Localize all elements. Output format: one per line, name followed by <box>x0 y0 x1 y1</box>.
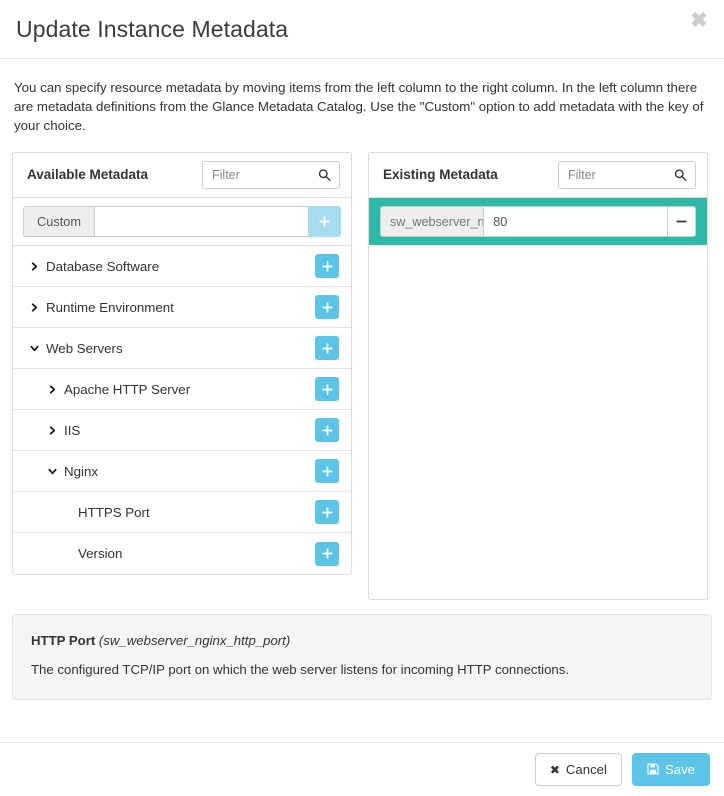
plus-icon <box>322 261 332 271</box>
plus-icon <box>322 425 332 435</box>
existing-metadata-header: Existing Metadata <box>369 153 707 198</box>
available-metadata-title: Available Metadata <box>27 167 149 182</box>
metadata-tree-row[interactable]: Apache HTTP Server <box>13 369 351 410</box>
existing-filter-box[interactable] <box>558 160 696 189</box>
metadata-tree-row[interactable]: Runtime Environment <box>13 287 351 328</box>
add-metadata-button[interactable] <box>315 336 339 360</box>
available-metadata-header: Available Metadata <box>13 153 351 198</box>
metadata-detail-title: HTTP Port (sw_webserver_nginx_http_port) <box>31 633 693 648</box>
custom-label: Custom <box>23 206 95 237</box>
metadata-tree-row[interactable]: Nginx <box>13 451 351 492</box>
metadata-tree-row[interactable]: Web Servers <box>13 328 351 369</box>
existing-metadata-value-input[interactable] <box>483 206 668 237</box>
metadata-tree-row[interactable]: IIS <box>13 410 351 451</box>
plus-icon <box>319 216 330 227</box>
plus-icon <box>322 343 332 353</box>
add-metadata-button[interactable] <box>315 377 339 401</box>
modal-body: You can specify resource metadata by mov… <box>0 59 724 700</box>
caret-right-icon[interactable] <box>27 261 41 271</box>
add-metadata-button[interactable] <box>315 459 339 483</box>
caret-right-icon[interactable] <box>45 384 59 394</box>
intro-description: You can specify resource metadata by mov… <box>14 80 704 133</box>
page-title: Update Instance Metadata <box>16 15 289 42</box>
caret-right-icon[interactable] <box>27 302 41 312</box>
metadata-tree-row[interactable]: HTTPS Port <box>13 492 351 533</box>
metadata-tree-label: Version <box>78 546 123 561</box>
floppy-disk-icon <box>647 762 659 777</box>
custom-key-input[interactable] <box>94 206 308 237</box>
plus-icon <box>322 548 332 559</box>
metadata-detail-key: (sw_webserver_nginx_http_port) <box>98 633 291 648</box>
caret-down-icon[interactable] <box>45 467 59 476</box>
metadata-tree-row[interactable]: Database Software <box>13 246 351 287</box>
caret-down-icon[interactable] <box>27 344 41 353</box>
save-button[interactable]: Save <box>631 753 710 786</box>
custom-metadata-row: Custom <box>13 198 351 246</box>
existing-metadata-panel: Existing Metadata sw_webserver_nginx... <box>368 152 708 600</box>
existing-metadata-title: Existing Metadata <box>383 167 498 182</box>
add-metadata-button[interactable] <box>315 541 339 566</box>
metadata-tree-label: Web Servers <box>46 340 123 356</box>
cancel-button-label: Cancel <box>565 761 607 777</box>
available-filter-box[interactable] <box>202 160 340 189</box>
plus-icon <box>322 466 332 476</box>
existing-metadata-list: sw_webserver_nginx... <box>369 198 707 245</box>
plus-icon <box>322 384 332 394</box>
add-metadata-button[interactable] <box>315 295 339 319</box>
metadata-tree-label: Nginx <box>64 463 98 479</box>
available-metadata-tree: Database Software Runtime Environment Web … <box>13 246 351 574</box>
remove-metadata-button[interactable] <box>667 206 696 237</box>
metadata-detail-description: The configured TCP/IP port on which the … <box>31 662 570 677</box>
close-icon[interactable]: ✖ <box>688 9 710 31</box>
available-filter-input[interactable] <box>203 161 339 188</box>
metadata-detail-name: HTTP Port <box>31 633 96 648</box>
add-metadata-button[interactable] <box>315 500 339 524</box>
metadata-tree-label: Database Software <box>46 258 160 274</box>
add-metadata-button[interactable] <box>315 418 339 442</box>
existing-metadata-row[interactable]: sw_webserver_nginx... <box>369 198 707 245</box>
x-icon: ✖ <box>549 762 560 777</box>
metadata-detail-box: HTTP Port (sw_webserver_nginx_http_port)… <box>12 614 712 700</box>
custom-add-button[interactable] <box>308 206 341 237</box>
metadata-columns: Available Metadata Custom <box>12 152 712 600</box>
metadata-tree-label: IIS <box>64 422 81 438</box>
metadata-tree-row[interactable]: Version <box>13 533 351 574</box>
plus-icon <box>322 507 332 517</box>
existing-filter-input[interactable] <box>559 161 695 188</box>
modal-header: Update Instance Metadata ✖ <box>0 0 724 59</box>
save-button-label: Save <box>664 761 695 777</box>
minus-icon <box>676 220 687 223</box>
modal-footer: ✖ Cancel Save <box>0 742 724 796</box>
available-metadata-panel: Available Metadata Custom <box>12 152 352 575</box>
cancel-button[interactable]: ✖ Cancel <box>534 753 622 786</box>
existing-metadata-key: sw_webserver_nginx... <box>380 206 484 237</box>
add-metadata-button[interactable] <box>315 254 339 278</box>
caret-right-icon[interactable] <box>45 425 59 435</box>
plus-icon <box>322 302 332 312</box>
metadata-tree-label: Runtime Environment <box>46 299 174 315</box>
metadata-tree-label: HTTPS Port <box>78 504 150 520</box>
metadata-tree-label: Apache HTTP Server <box>64 381 191 397</box>
